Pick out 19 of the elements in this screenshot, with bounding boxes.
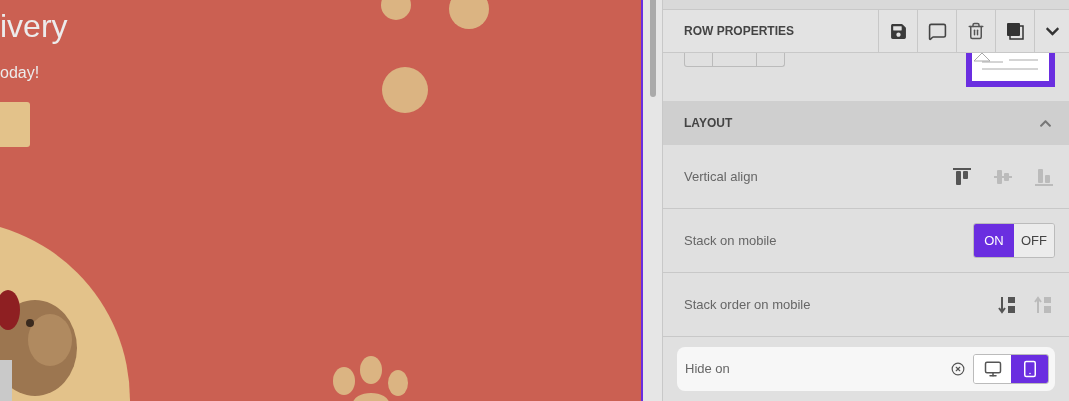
hero-heading: ivery bbox=[0, 10, 68, 42]
mobile-toggle[interactable] bbox=[1011, 355, 1048, 383]
align-top-icon[interactable] bbox=[951, 165, 973, 188]
toggle-option[interactable]: OFF bbox=[1014, 224, 1054, 257]
scrollbar-thumb[interactable] bbox=[649, 0, 656, 97]
panel-title: ROW PROPERTIES bbox=[683, 23, 795, 40]
hero-text: oday! bbox=[0, 63, 40, 83]
section-header[interactable]: LAYOUT bbox=[663, 101, 1069, 145]
row-label: Stack on mobile bbox=[684, 231, 778, 250]
row-label: Hide on bbox=[685, 360, 731, 379]
layout-thumbnail[interactable] bbox=[966, 53, 1055, 87]
section-title: LAYOUT bbox=[684, 115, 734, 132]
clear-icon[interactable] bbox=[951, 362, 965, 376]
toggle-option[interactable]: ON bbox=[974, 224, 1014, 257]
row-label: Stack order on mobile bbox=[684, 295, 812, 314]
row-label: Vertical align bbox=[684, 167, 759, 186]
desktop-toggle[interactable] bbox=[974, 355, 1011, 383]
sort-down-icon[interactable] bbox=[997, 294, 1017, 315]
desktop-icon bbox=[983, 360, 1002, 378]
